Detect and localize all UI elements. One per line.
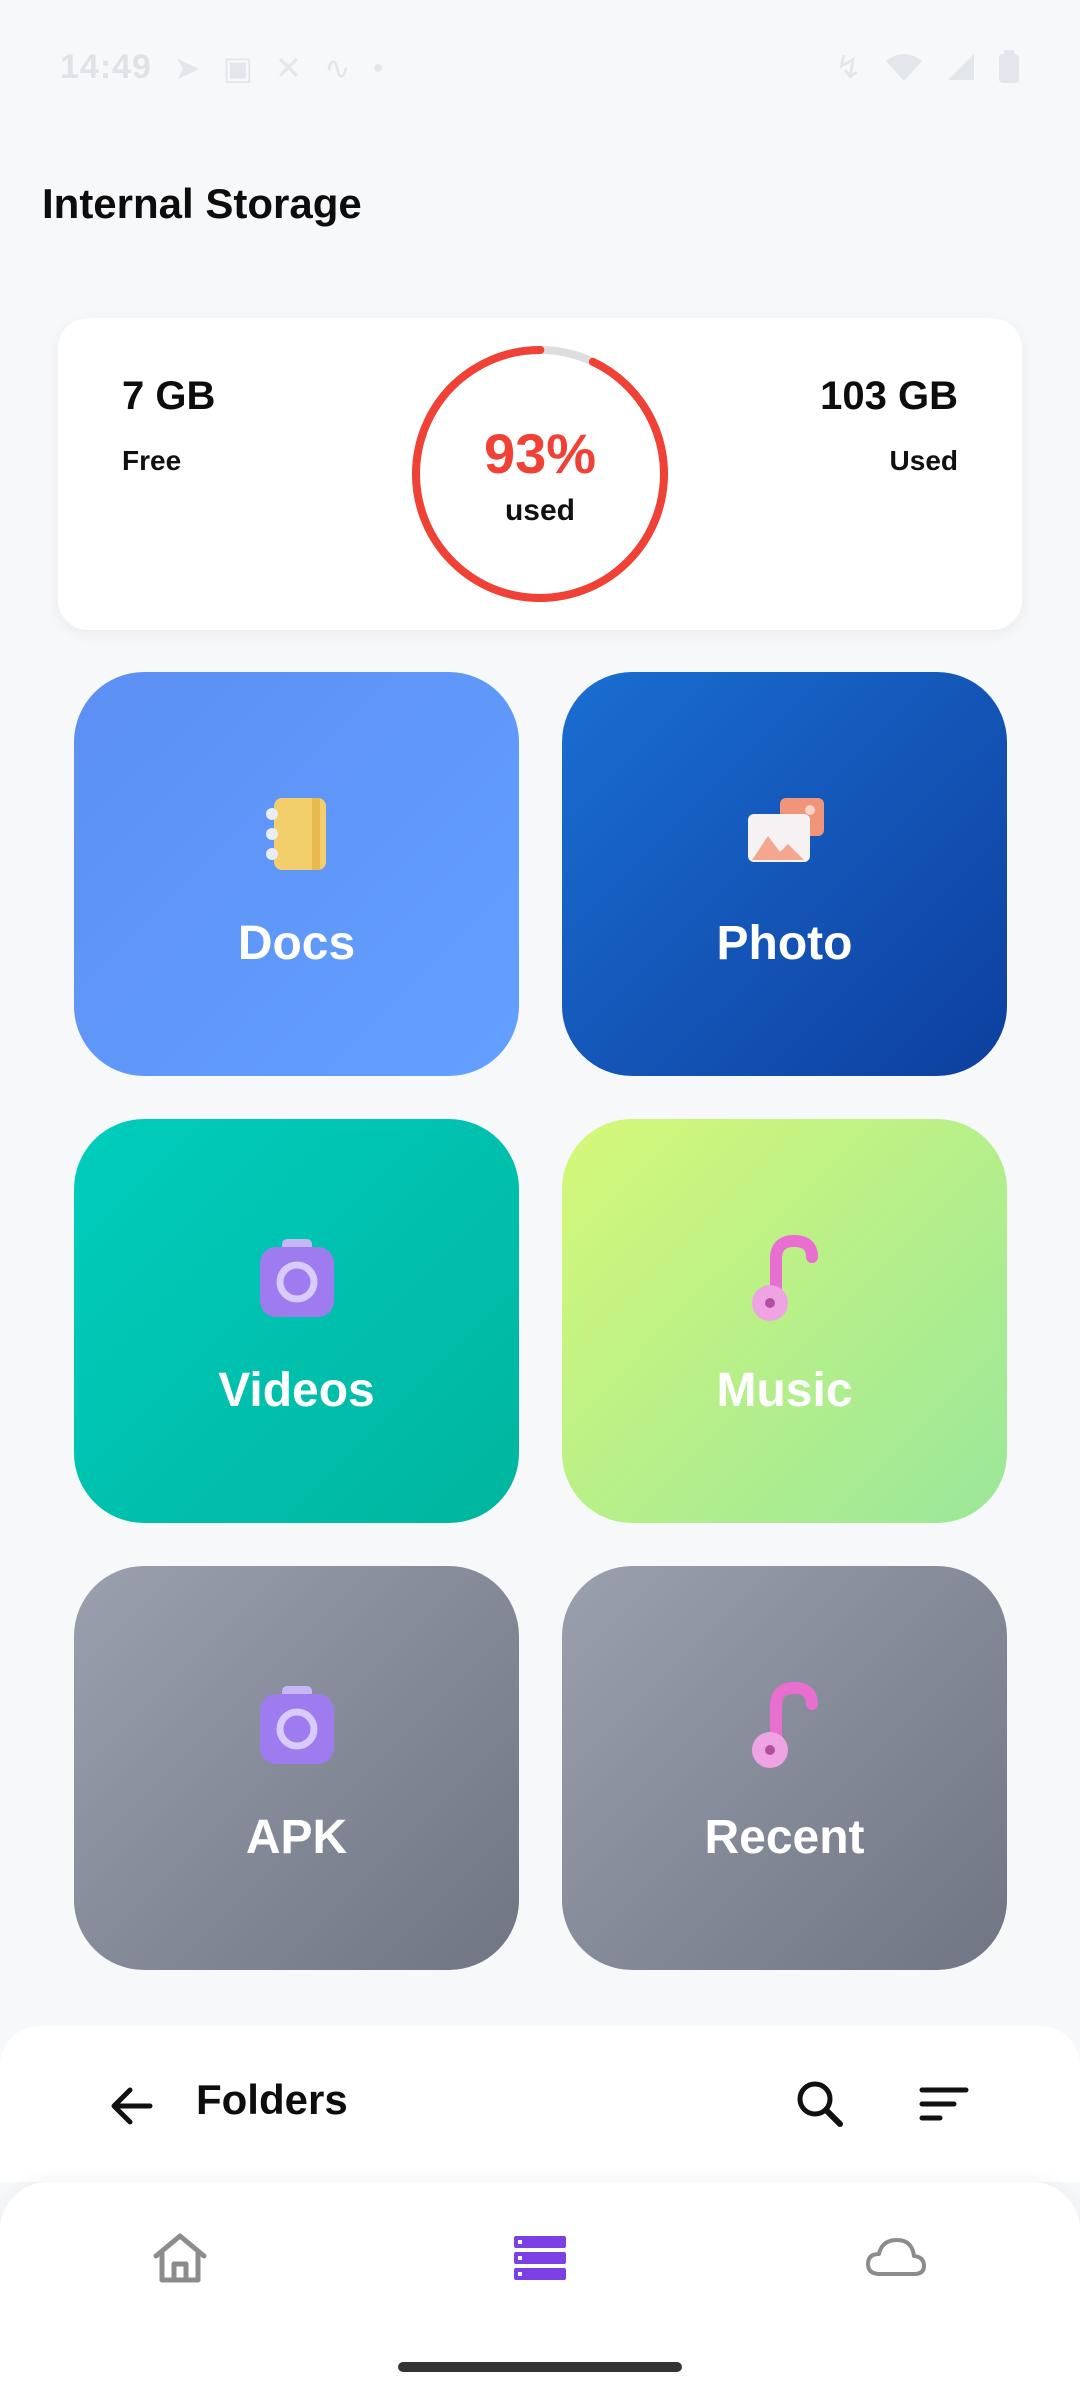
x-icon: ✕: [275, 49, 302, 86]
music-note-icon: [751, 1234, 818, 1321]
category-label-music: Music: [716, 1363, 853, 1417]
status-bar: 14:49 ➤ ▣ ✕ ∿ ● ↯: [0, 0, 1080, 136]
waveform-icon: ∿: [323, 49, 351, 86]
usage-ring-text: 93% used: [408, 342, 672, 606]
music-note-icon: [751, 1681, 818, 1768]
status-bar-left: 14:49 ➤ ▣ ✕ ∿ ●: [60, 48, 384, 87]
camera-icon: [259, 1238, 334, 1317]
telegram-icon: ➤: [173, 49, 201, 86]
files-list-icon[interactable]: [508, 2226, 572, 2290]
search-icon[interactable]: [790, 2074, 850, 2134]
camera-icon: [259, 1685, 334, 1764]
category-label-apk: APK: [245, 1810, 348, 1864]
bluetooth-icon: ↯: [835, 49, 862, 85]
home-icon[interactable]: [148, 2226, 212, 2290]
cloud-icon[interactable]: [864, 2226, 928, 2290]
wifi-icon: [886, 54, 922, 81]
home-indicator-bar[interactable]: [398, 2362, 682, 2372]
used-storage-stat: 103 GB Used: [820, 374, 958, 477]
folders-toolbar: Folders: [0, 2026, 1080, 2182]
category-tile-recent[interactable]: Recent: [562, 1566, 1007, 1970]
category-tile-music[interactable]: Music: [562, 1119, 1007, 1523]
used-storage-value: 103 GB: [820, 374, 958, 418]
dot-icon: ●: [372, 57, 384, 77]
signal-icon: [948, 54, 974, 80]
category-label-docs: Docs: [237, 916, 356, 970]
linkedin-icon: ▣: [222, 49, 254, 86]
status-time: 14:49: [60, 48, 152, 86]
usage-percent-caption: used: [504, 493, 576, 527]
category-label-photo: Photo: [716, 916, 853, 970]
storage-usage-ring: 93% used: [408, 342, 672, 606]
sort-icon[interactable]: [914, 2074, 974, 2134]
photos-icon: [747, 797, 824, 862]
back-arrow-icon[interactable]: [102, 2076, 162, 2136]
category-tile-apk[interactable]: APK: [74, 1566, 519, 1970]
category-tile-docs[interactable]: Docs: [74, 672, 519, 1076]
usage-percent: 93%: [483, 421, 597, 485]
folders-title: Folders: [196, 2076, 348, 2123]
page-title: Internal Storage: [42, 180, 362, 227]
used-storage-label: Used: [889, 445, 958, 476]
notebook-icon: [265, 797, 326, 870]
free-storage-stat: 7 GB Free: [122, 374, 215, 477]
battery-icon: [999, 50, 1019, 83]
free-storage-label: Free: [122, 445, 182, 476]
category-tile-videos[interactable]: Videos: [74, 1119, 519, 1523]
category-label-videos: Videos: [218, 1363, 375, 1417]
free-storage-value: 7 GB: [122, 374, 216, 418]
storage-summary-card: 7 GB Free 93% used 103 GB Used: [58, 318, 1022, 630]
category-label-recent: Recent: [704, 1810, 865, 1864]
status-bar-right: ↯: [835, 48, 1020, 86]
category-tile-photo[interactable]: Photo: [562, 672, 1007, 1076]
